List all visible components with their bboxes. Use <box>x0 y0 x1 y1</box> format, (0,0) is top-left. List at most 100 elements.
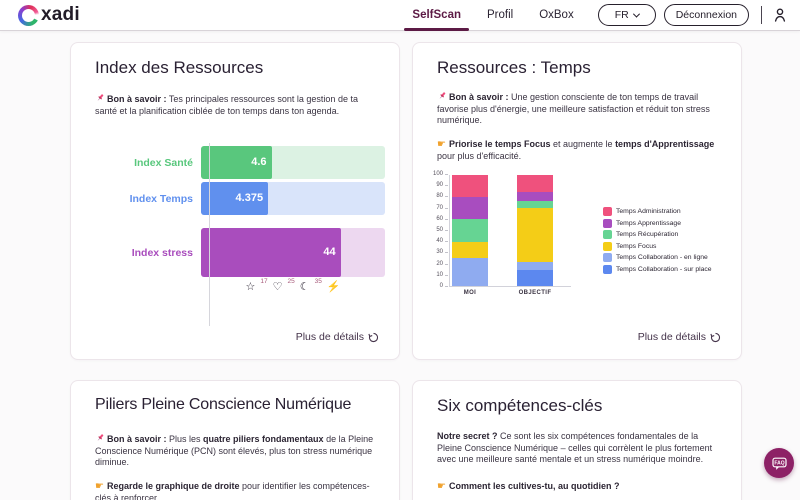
axis-count: 17 <box>260 278 267 285</box>
legend-swatch <box>603 253 612 262</box>
text-segment: Regarde le graphique de droite <box>107 481 240 491</box>
pin-icon <box>95 433 105 443</box>
faq-bubble-icon: FAQ <box>771 455 788 472</box>
header: xadi SelfScan Profil OxBox FR Déconnexio… <box>0 0 800 31</box>
card-title: Piliers Pleine Conscience Numérique <box>95 396 351 414</box>
y-tick-label: 10 <box>425 272 443 278</box>
card-title: Ressources : Temps <box>437 58 591 78</box>
text-segment: Bon à savoir : <box>449 92 509 102</box>
y-tick-label: 70 <box>425 205 443 211</box>
stacked-bar-objectif <box>517 175 553 286</box>
axis-bolt-icon: ⚡ <box>327 280 341 294</box>
bar-rows: Index Santé4.6Index Temps4.375 Index stre… <box>79 146 385 277</box>
bar-row-index-sante: Index Santé4.6 <box>79 146 385 179</box>
oxadi-ring-icon <box>18 5 39 26</box>
y-tick-label: 100 <box>425 171 443 177</box>
legend-label: Temps Administration <box>616 208 681 215</box>
legend-swatch <box>603 242 612 251</box>
legend-swatch <box>603 219 612 228</box>
note-text: Bon à savoir : Une gestion consciente de… <box>437 91 721 127</box>
text-segment: pour plus d'efficacité. <box>437 151 521 161</box>
text-segment: Bon à savoir : <box>107 434 167 444</box>
account-button[interactable] <box>772 7 788 23</box>
brand-name: xadi <box>41 4 80 26</box>
y-axis: 0102030405060708090100 <box>423 169 443 319</box>
details-link[interactable]: Plus de détails <box>638 331 721 343</box>
note-rich: Bon à savoir : Tes principales ressource… <box>95 94 358 116</box>
card-competencies: Six compétences-clés Notre secret ? Ce s… <box>412 380 742 500</box>
page: xadi SelfScan Profil OxBox FR Déconnexio… <box>0 0 800 500</box>
legend-item-temps-apprentissage: Temps Apprentissage <box>603 219 712 228</box>
axis-icon-row: ☆17♡25☾35⚡ <box>201 280 385 294</box>
brand-logo[interactable]: xadi <box>18 4 80 26</box>
tip-rich: Comment les cultives-tu, au quotidien ? <box>449 481 620 491</box>
bar-row-index-stress: Index stress44 <box>79 228 385 277</box>
segment-temps-focus <box>517 208 553 261</box>
faq-button[interactable]: FAQ <box>764 448 794 478</box>
card-pillars: Piliers Pleine Conscience Numérique Bon … <box>70 380 400 500</box>
details-label: Plus de détails <box>638 331 706 343</box>
details-label: Plus de détails <box>296 331 364 343</box>
note-text: Bon à savoir : Tes principales ressource… <box>95 93 379 117</box>
chart-legend: Temps Administration Temps Apprentissage T… <box>603 207 712 274</box>
bar-fill-value: 4.6 <box>201 146 272 179</box>
segment-temps-apprentissage <box>452 197 488 219</box>
note-rich: Bon à savoir : Une gestion consciente de… <box>437 92 710 125</box>
text-segment: Notre secret ? <box>437 431 498 441</box>
legend-item-temps-focus: Temps Focus <box>603 242 712 251</box>
logout-button[interactable]: Déconnexion <box>664 4 749 26</box>
category-label: OBJECTIF <box>517 290 553 296</box>
language-label: FR <box>615 9 629 21</box>
tab-profil[interactable]: Profil <box>487 0 513 31</box>
bar-track: 4.6 <box>201 146 385 179</box>
legend-swatch <box>603 207 612 216</box>
card-resources-index: Index des Ressources Bon à savoir : Tes … <box>70 42 400 360</box>
legend-swatch <box>603 265 612 274</box>
details-link[interactable]: Plus de détails <box>296 331 379 343</box>
pointing-hand-icon: ☛ <box>95 481 104 492</box>
segment-temps-apprentissage <box>517 192 553 201</box>
chart-axis-line <box>209 143 210 326</box>
tab-selfscan[interactable]: SelfScan <box>412 0 461 31</box>
card-time-resources: Ressources : Temps Bon à savoir : Une ge… <box>412 42 742 360</box>
legend-label: Temps Apprentissage <box>616 220 681 227</box>
svg-text:FAQ: FAQ <box>774 460 784 466</box>
intro-rich: Notre secret ? Ce sont les six compétenc… <box>437 431 712 464</box>
resources-bar-chart: Index Santé4.6Index Temps4.375 Index stre… <box>79 143 385 333</box>
time-stacked-chart: 0102030405060708090100 MOIOBJECTIF <box>423 169 593 319</box>
bar-label: Index Santé <box>79 157 201 169</box>
segment-temps-focus <box>452 242 488 259</box>
segment-temps-recuperation <box>517 201 553 209</box>
language-button[interactable]: FR <box>598 4 656 26</box>
y-tick-label: 0 <box>425 283 443 289</box>
legend-item-temps-collaboration-sur-place: Temps Collaboration - sur place <box>603 265 712 274</box>
axis-star-icon: ☆ <box>245 280 255 294</box>
axis-moon-icon: ☾ <box>300 280 310 294</box>
note-rich: Bon à savoir : Plus les quatre piliers f… <box>95 434 373 467</box>
tip-rich: Regarde le graphique de droite pour iden… <box>95 481 370 500</box>
text-segment: et augmente le <box>551 139 616 149</box>
bar-row-index-temps: Index Temps4.375 <box>79 182 385 215</box>
y-tick-label: 20 <box>425 261 443 267</box>
legend-label: Temps Focus <box>616 243 656 250</box>
card-title: Six compétences-clés <box>437 396 602 416</box>
y-tick-label: 80 <box>425 193 443 199</box>
legend-label: Temps Récupération <box>616 231 678 238</box>
tab-oxbox[interactable]: OxBox <box>539 0 574 31</box>
refresh-icon <box>710 332 721 343</box>
pin-icon <box>95 93 105 103</box>
segment-temps-collaboration-sur-place <box>517 270 553 286</box>
segment-temps-recuperation <box>452 219 488 241</box>
tip-text: ☛Priorise le temps Focus et augmente le … <box>437 139 721 162</box>
text-segment: Bon à savoir : <box>107 94 167 104</box>
text-segment: Plus les <box>167 434 204 444</box>
axis-count: 25 <box>287 278 294 285</box>
legend-item-temps-recuperation: Temps Récupération <box>603 230 712 239</box>
bar-fill-value: 4.375 <box>201 182 268 215</box>
bar-track: 4.375 <box>201 182 385 215</box>
segment-temps-administration <box>517 175 553 192</box>
y-tick-label: 90 <box>425 182 443 188</box>
y-tick-label: 60 <box>425 216 443 222</box>
segment-temps-collaboration-en-ligne <box>452 258 488 286</box>
header-divider <box>761 6 762 24</box>
